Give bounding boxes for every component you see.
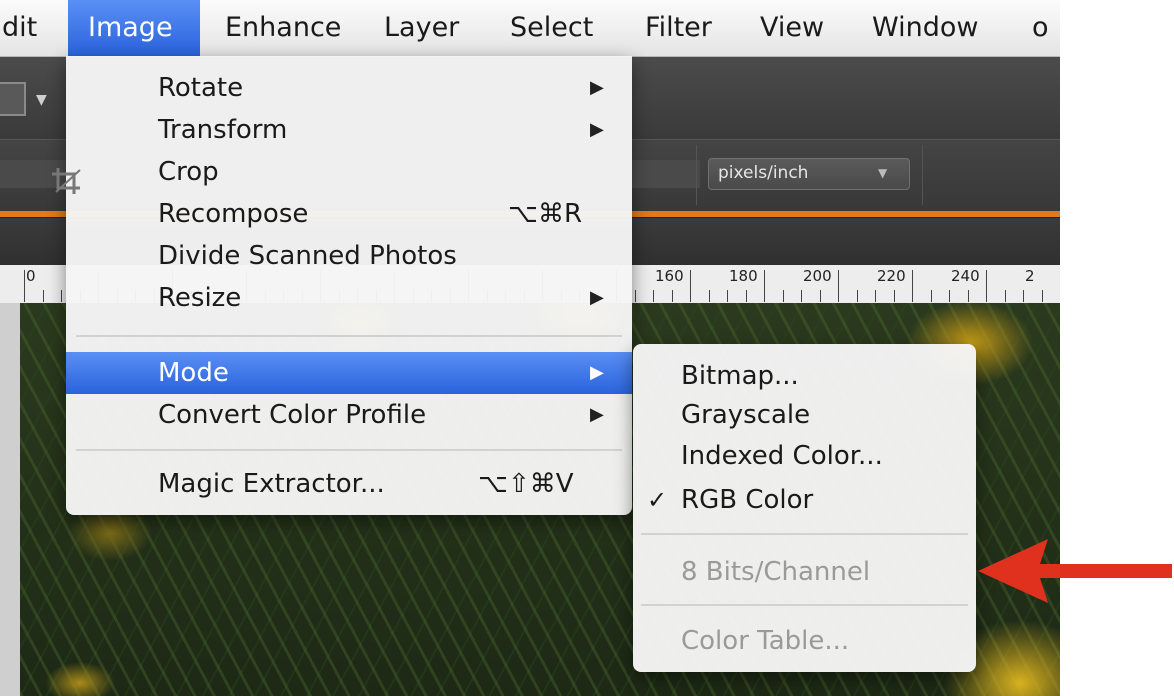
menu-separator xyxy=(641,533,968,535)
menu-item-crop[interactable]: Crop xyxy=(66,151,632,193)
menu-filter[interactable]: Filter xyxy=(645,0,712,56)
tool-preset-box[interactable] xyxy=(0,82,26,116)
menu-separator xyxy=(76,449,622,451)
ruler-tick xyxy=(672,290,673,302)
ruler-tick xyxy=(24,270,25,302)
ruler-tick xyxy=(709,290,710,302)
submenu-item-bitmap[interactable]: Bitmap... xyxy=(633,355,976,397)
menu-item-label: Divide Scanned Photos xyxy=(158,241,457,271)
menu-window[interactable]: Window xyxy=(872,0,978,56)
ruler-label: 220 xyxy=(877,267,906,285)
menu-item-label: Mode xyxy=(158,358,229,388)
submenu-item-label: 8 Bits/Channel xyxy=(681,557,871,587)
submenu-arrow-icon: ▶ xyxy=(590,119,604,140)
resolution-units-value: pixels/inch xyxy=(718,163,809,183)
menu-help[interactable]: o xyxy=(1032,0,1049,56)
options-divider xyxy=(922,145,923,205)
ruler-tick xyxy=(764,270,765,302)
image-menu: Rotate ▶ Transform ▶ Crop Recompose ⌥⌘R … xyxy=(66,56,632,515)
ruler-tick xyxy=(653,290,654,302)
menu-item-rotate[interactable]: Rotate ▶ xyxy=(66,67,632,109)
menu-bar: dit Image Enhance Layer Select Filter Vi… xyxy=(0,0,1060,57)
ruler-label: 200 xyxy=(803,267,832,285)
menu-separator xyxy=(641,604,968,606)
menu-item-mode[interactable]: Mode ▶ xyxy=(66,352,632,394)
ruler-tick xyxy=(1005,290,1006,302)
panel-edge xyxy=(0,303,20,696)
ruler-tick xyxy=(894,290,895,302)
ruler-label: 2 xyxy=(1025,267,1035,285)
submenu-item-rgb-color[interactable]: ✓ RGB Color xyxy=(633,479,976,521)
submenu-arrow-icon: ▶ xyxy=(590,287,604,308)
submenu-item-label: Indexed Color... xyxy=(681,441,883,471)
ruler-tick xyxy=(838,270,839,302)
menu-enhance[interactable]: Enhance xyxy=(225,0,341,56)
menu-shortcut: ⌥⇧⌘V xyxy=(478,469,574,499)
menu-item-label: Convert Color Profile xyxy=(158,400,427,430)
ruler-tick xyxy=(949,290,950,302)
chevron-down-icon[interactable]: ▼ xyxy=(878,158,887,188)
submenu-item-indexed-color[interactable]: Indexed Color... xyxy=(633,435,976,477)
menu-item-label: Recompose xyxy=(158,199,309,229)
ruler-tick xyxy=(986,270,987,302)
menu-item-divide-scanned-photos[interactable]: Divide Scanned Photos xyxy=(66,235,632,277)
ruler-label: 0 xyxy=(26,267,36,285)
submenu-item-color-table: Color Table... xyxy=(633,620,976,662)
menu-item-label: Resize xyxy=(158,283,242,313)
submenu-arrow-icon: ▶ xyxy=(590,77,604,98)
menu-item-label: Transform xyxy=(158,115,288,145)
menu-item-recompose[interactable]: Recompose ⌥⌘R xyxy=(66,193,632,235)
menu-item-label: Magic Extractor... xyxy=(158,469,385,499)
ruler-tick xyxy=(727,290,728,302)
menu-item-magic-extractor[interactable]: Magic Extractor... ⌥⇧⌘V xyxy=(66,463,632,505)
ruler-tick xyxy=(783,290,784,302)
ruler-label: 240 xyxy=(951,267,980,285)
ruler-tick xyxy=(690,270,691,302)
menu-image[interactable]: Image xyxy=(68,0,200,56)
ruler-tick xyxy=(912,270,913,302)
menu-item-convert-color-profile[interactable]: Convert Color Profile ▶ xyxy=(66,394,632,436)
submenu-item-8-bits-channel: 8 Bits/Channel xyxy=(633,551,976,593)
ruler-label: 180 xyxy=(729,267,758,285)
ruler-tick xyxy=(968,290,969,302)
menu-edit[interactable]: dit xyxy=(2,0,37,56)
ruler-tick xyxy=(801,290,802,302)
submenu-item-label: Grayscale xyxy=(681,400,811,430)
ruler-tick xyxy=(61,290,62,302)
chevron-down-icon[interactable]: ▼ xyxy=(36,92,47,108)
ruler-tick xyxy=(1023,290,1024,302)
submenu-item-label: Bitmap... xyxy=(681,361,799,391)
menu-item-resize[interactable]: Resize ▶ xyxy=(66,277,632,319)
menu-shortcut: ⌥⌘R xyxy=(508,199,583,229)
menu-separator xyxy=(76,335,622,337)
menu-item-label: Rotate xyxy=(158,73,244,103)
ruler-label: 160 xyxy=(655,267,684,285)
submenu-item-grayscale[interactable]: Grayscale xyxy=(633,394,976,436)
ruler-tick xyxy=(635,290,636,302)
mode-submenu: Bitmap... Grayscale Indexed Color... ✓ R… xyxy=(633,344,976,672)
ruler-tick xyxy=(931,290,932,302)
submenu-item-label: Color Table... xyxy=(681,626,850,656)
ruler-tick xyxy=(43,290,44,302)
submenu-arrow-icon: ▶ xyxy=(590,362,604,383)
crop-icon xyxy=(52,168,81,194)
ruler-tick xyxy=(746,290,747,302)
menu-select[interactable]: Select xyxy=(510,0,593,56)
submenu-arrow-icon: ▶ xyxy=(590,404,604,425)
menu-view[interactable]: View xyxy=(760,0,824,56)
menu-item-label: Crop xyxy=(158,157,219,187)
submenu-item-label: RGB Color xyxy=(681,485,814,515)
ruler-tick xyxy=(875,290,876,302)
ruler-tick xyxy=(1042,290,1043,302)
checkmark-icon: ✓ xyxy=(647,486,668,514)
annotation-arrow-icon xyxy=(978,539,1172,603)
options-divider xyxy=(696,145,697,205)
menu-layer[interactable]: Layer xyxy=(384,0,459,56)
ruler-tick xyxy=(820,290,821,302)
ruler-tick xyxy=(857,290,858,302)
menu-item-transform[interactable]: Transform ▶ xyxy=(66,109,632,151)
